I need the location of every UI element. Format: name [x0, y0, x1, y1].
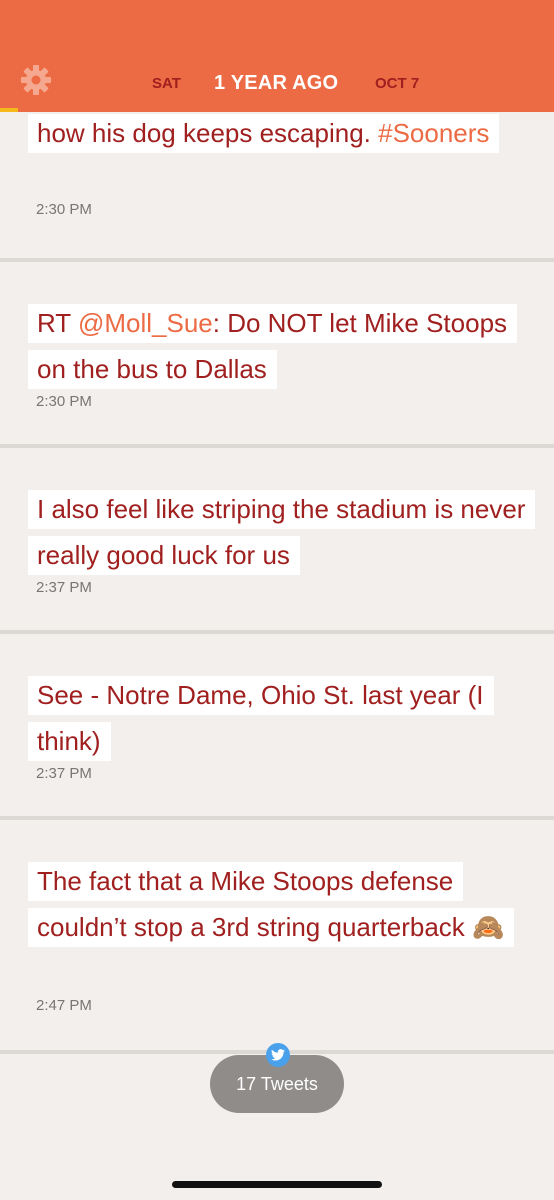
settings-button[interactable] [20, 64, 52, 96]
page-title: 1 YEAR AGO [214, 72, 339, 94]
prev-day-button[interactable]: SAT [152, 75, 181, 92]
tweet-timestamp: 2:37 PM [36, 765, 92, 782]
hashtag-link[interactable]: #Sooners [378, 118, 489, 148]
tweet-card[interactable]: RT @Moll_Sue: Do NOT let Mike Stoops on … [0, 262, 554, 448]
tweet-card[interactable]: See - Notre Dame, Ohio St. last year (I … [0, 634, 554, 820]
home-indicator[interactable] [172, 1181, 382, 1188]
tweet-timestamp: 2:37 PM [36, 579, 92, 596]
tweet-card[interactable]: how his dog keeps escaping. #Sooners 2:30… [0, 106, 554, 262]
next-day-button[interactable]: OCT 7 [375, 75, 419, 92]
app-header: SAT 1 YEAR AGO OCT 7 [0, 0, 554, 112]
tweet-text: The fact that a Mike Stoops defense coul… [28, 858, 528, 950]
tweet-text: RT @Moll_Sue: Do NOT let Mike Stoops on … [28, 300, 528, 392]
tweet-text: I also feel like striping the stadium is… [28, 486, 536, 578]
tweet-card[interactable]: The fact that a Mike Stoops defense coul… [0, 820, 554, 1054]
tweet-text-segment: RT [37, 308, 78, 338]
twitter-bird-icon [266, 1043, 290, 1067]
tweet-text: See - Notre Dame, Ohio St. last year (I … [28, 672, 528, 764]
tweet-timestamp: 2:30 PM [36, 201, 92, 218]
tweet-timestamp: 2:30 PM [36, 393, 92, 410]
tweet-text-segment: how his dog keeps escaping. [37, 118, 379, 148]
mention-link[interactable]: @Moll_Sue [78, 308, 213, 338]
tweet-text: how his dog keeps escaping. #Sooners [28, 110, 528, 156]
tweet-card[interactable]: I also feel like striping the stadium is… [0, 448, 554, 634]
tweet-timestamp: 2:47 PM [36, 997, 92, 1014]
tweet-text-segment: The fact that a Mike Stoops defense coul… [37, 866, 505, 942]
tweet-text-segment: See - Notre Dame, Ohio St. last year (I … [37, 680, 484, 756]
gear-icon [21, 65, 51, 95]
tweet-text-segment: I also feel like striping the stadium is… [37, 494, 526, 570]
